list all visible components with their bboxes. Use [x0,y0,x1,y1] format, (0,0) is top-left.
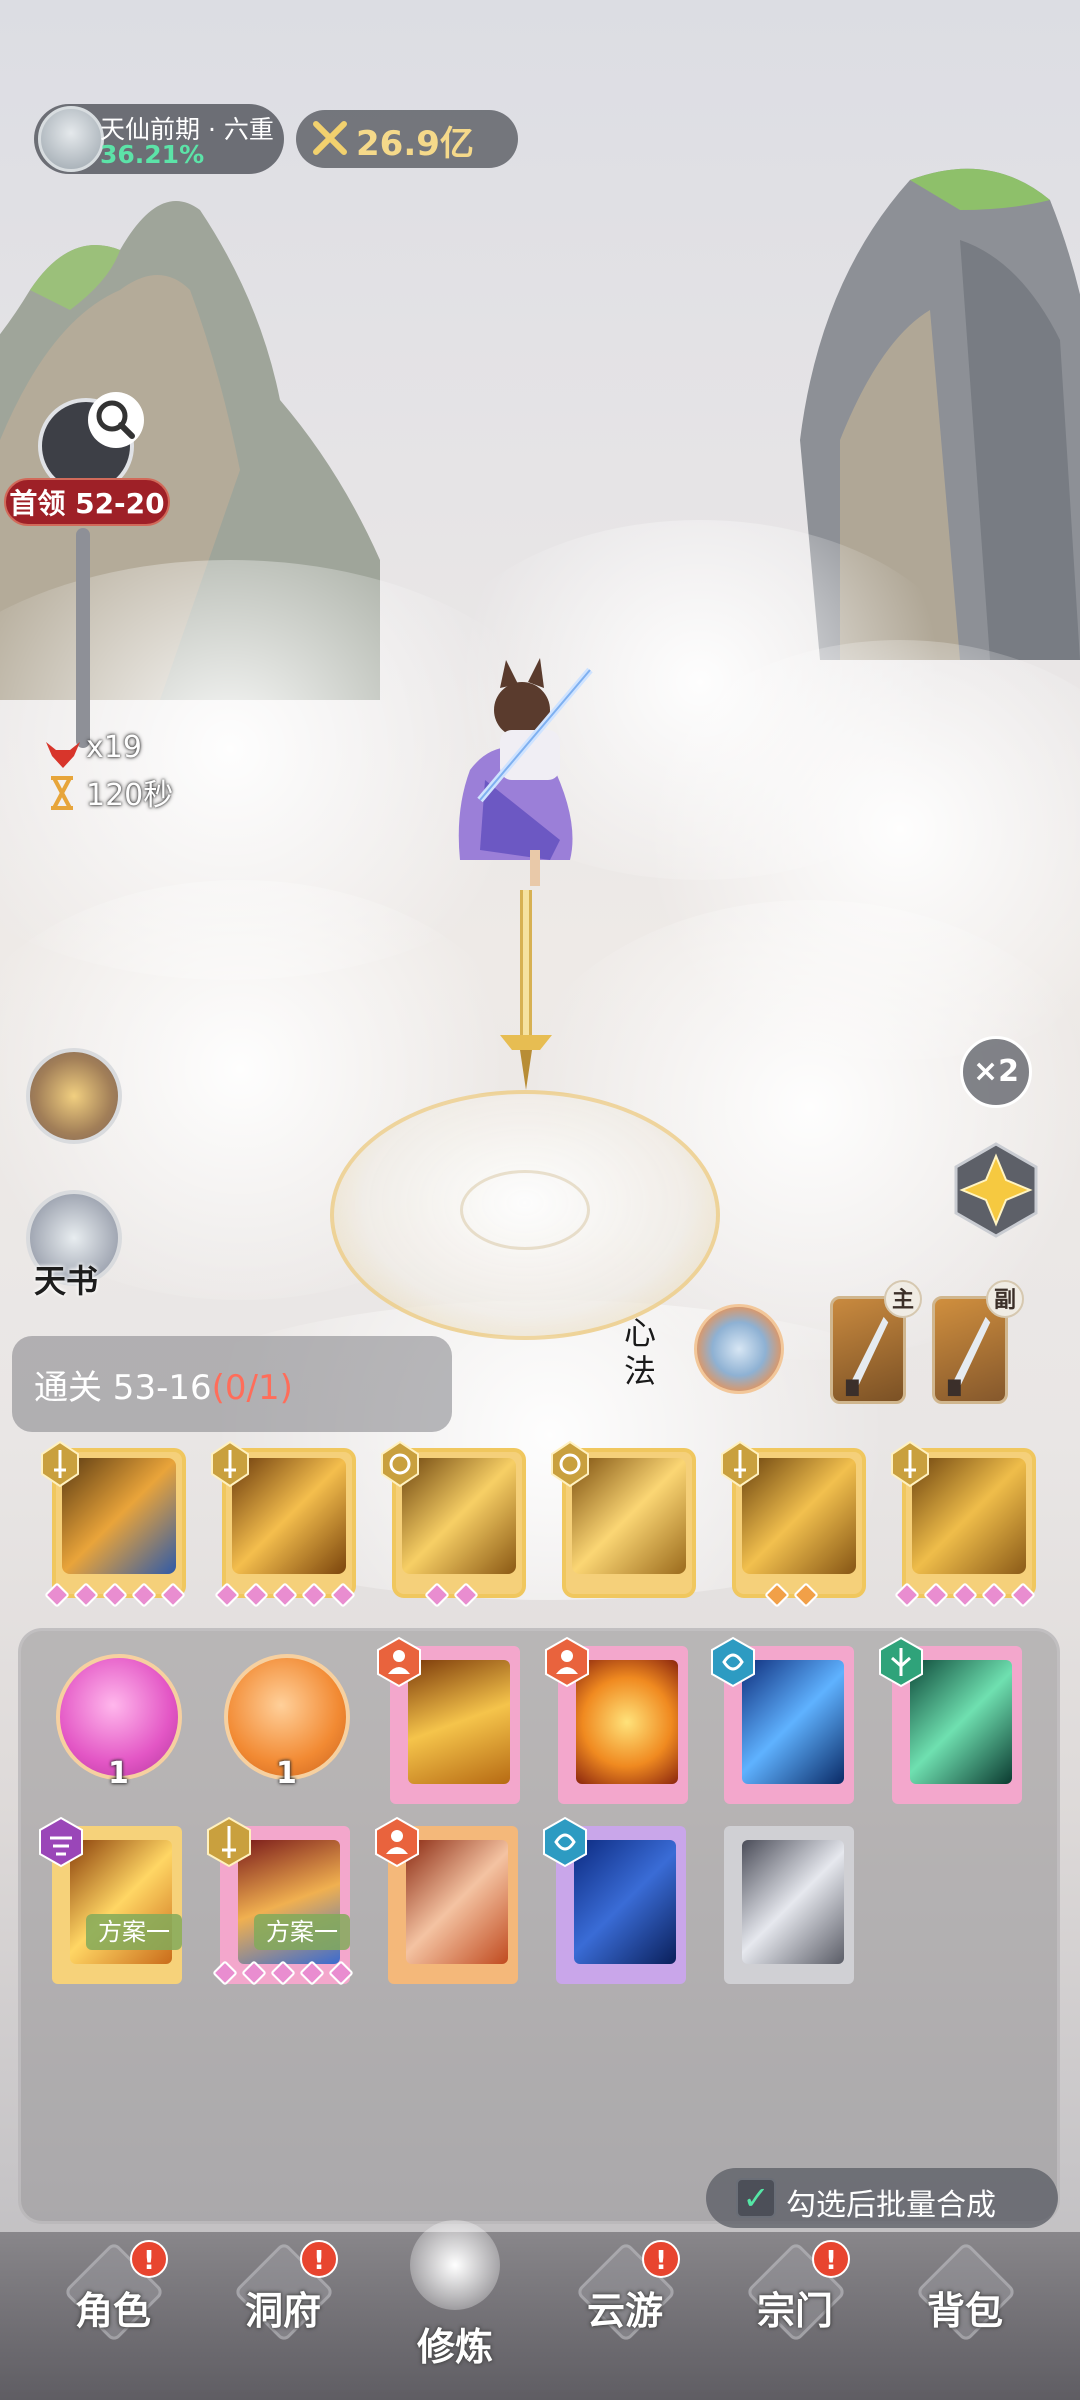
wood-class-icon [879,1636,923,1688]
combat-power-value: 26.9亿 [356,124,474,164]
nav-item-backpack[interactable]: 背包 [880,2240,1050,2390]
cultivate-portrait-icon [410,2220,500,2310]
realm-progress: 36.21% [100,140,205,169]
celestial-book-label: 天书 [34,1262,99,1300]
sword-class-icon [207,1816,251,1868]
nav-label: 背包 [926,2289,1003,2333]
player-avatar[interactable] [38,106,104,172]
pink-orb-count: 1 [108,1756,129,1791]
nav-item-character[interactable]: 角色 ! [28,2240,198,2390]
water-class-icon [543,1816,587,1868]
skill-star-gems [424,1582,479,1608]
body-class-icon [375,1816,419,1868]
crossed-swords-icon [313,121,347,155]
ox-head-icon [46,742,80,768]
sword-class-icon [891,1440,929,1488]
stage-clear-goal: 通关 53-16(0/1) [34,1360,293,1409]
orange-orb-count: 1 [276,1756,297,1791]
nav-item-sect[interactable]: 宗门 ! [710,2240,880,2390]
stage-clear-label: 通关 53-16 [34,1368,212,1408]
boss-progress-rail [76,528,90,748]
hourglass-icon [51,776,73,810]
alert-badge: ! [130,2240,168,2278]
sword-class-icon [211,1440,249,1488]
skill-star-gems [894,1582,1036,1608]
plan-tag: 方案一 [254,1914,350,1950]
plan-tag: 方案一 [86,1914,182,1950]
skill-star-gems [764,1582,819,1608]
boss-stage-label[interactable]: 首领 52-20 [4,478,170,526]
wave-timer: 120秒 [86,778,174,813]
sword-class-icon [721,1440,759,1488]
nav-label: 角色 [74,2289,151,2333]
dragon-class-icon [381,1440,419,1488]
search-icon[interactable] [88,392,144,448]
mind-method-label: 心法 [624,1314,657,1390]
skill-star-gems [44,1582,186,1608]
star-formation-button[interactable] [946,1140,1046,1240]
body-class-icon [377,1636,421,1688]
nav-label: 洞府 [244,2289,321,2333]
platform-rune [460,1170,590,1250]
body-class-icon [545,1636,589,1688]
dragon-class-icon [551,1440,589,1488]
stage-clear-progress: (0/1) [211,1368,293,1408]
sub-weapon-tag: 副 [986,1280,1024,1318]
skill-star-gems [214,1582,356,1608]
main-weapon-tag: 主 [884,1280,922,1318]
nav-item-travel[interactable]: 云游 ! [540,2240,710,2390]
treasure-bag-button[interactable] [26,1048,122,1144]
skill-card-white-palm[interactable] [724,1826,854,1984]
nav-label: 修炼 [416,2325,493,2369]
nav-item-cave[interactable]: 洞府 ! [198,2240,368,2390]
nav-label: 云游 [586,2289,663,2333]
batch-merge-label: 勾选后批量合成 [786,2188,996,2223]
batch-merge-checkbox[interactable]: ✓ [736,2178,776,2218]
enemy-count: x19 [86,730,142,765]
nav-item-cultivate[interactable]: 修炼 [370,2220,540,2390]
alert-badge: ! [300,2240,338,2278]
sword-class-icon [41,1440,79,1488]
speed-toggle-button[interactable]: ×2 [960,1036,1032,1108]
alert-badge: ! [812,2240,850,2278]
alert-badge: ! [642,2240,680,2278]
skill-star-gems [212,1960,354,1986]
sect-class-icon [39,1816,83,1868]
water-class-icon [711,1636,755,1688]
nav-label: 宗门 [756,2289,833,2333]
mind-method-button[interactable] [694,1304,784,1394]
player-character [458,658,593,1090]
